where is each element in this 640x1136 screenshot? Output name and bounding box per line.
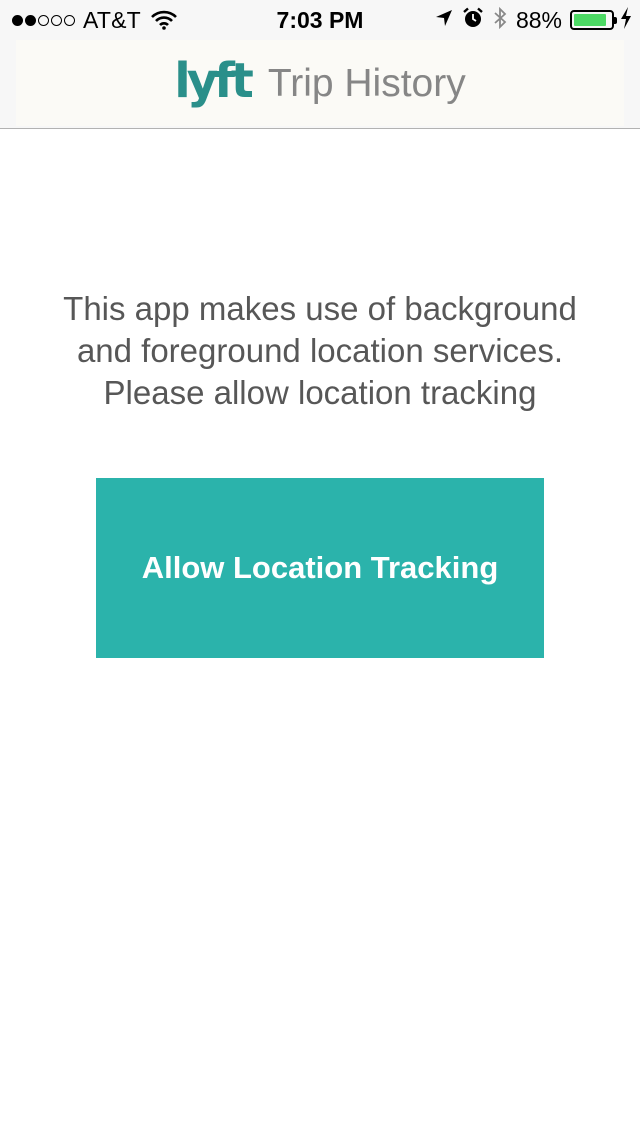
status-bar: AT&T 7:03 PM 88%	[0, 0, 640, 40]
lyft-logo: lyft	[174, 53, 254, 109]
allow-location-tracking-button[interactable]: Allow Location Tracking	[96, 478, 544, 658]
bluetooth-icon	[492, 6, 508, 35]
location-permission-message: This app makes use of background and for…	[20, 288, 620, 414]
charging-bolt-icon	[620, 6, 632, 34]
message-line: and foreground location services.	[76, 332, 564, 369]
carrier-name: AT&T	[83, 6, 141, 33]
alarm-clock-icon	[462, 7, 484, 34]
battery-percent: 88%	[515, 6, 562, 33]
page-title: Trip History	[267, 62, 466, 105]
status-bar-left: AT&T	[12, 0, 177, 40]
battery-level-fill	[574, 14, 606, 26]
message-line: Please allow location tracking	[103, 374, 537, 411]
status-bar-right: 88%	[426, 0, 632, 40]
message-line: This app makes use of background	[63, 290, 577, 327]
header-bar: lyft Trip History	[0, 40, 640, 129]
battery-icon	[570, 10, 617, 30]
location-arrow-icon	[434, 8, 454, 33]
app-screen: AT&T 7:03 PM 88% lyft Trip History This …	[0, 0, 640, 1136]
cellular-signal-icon	[12, 14, 77, 26]
wifi-icon	[150, 10, 177, 30]
